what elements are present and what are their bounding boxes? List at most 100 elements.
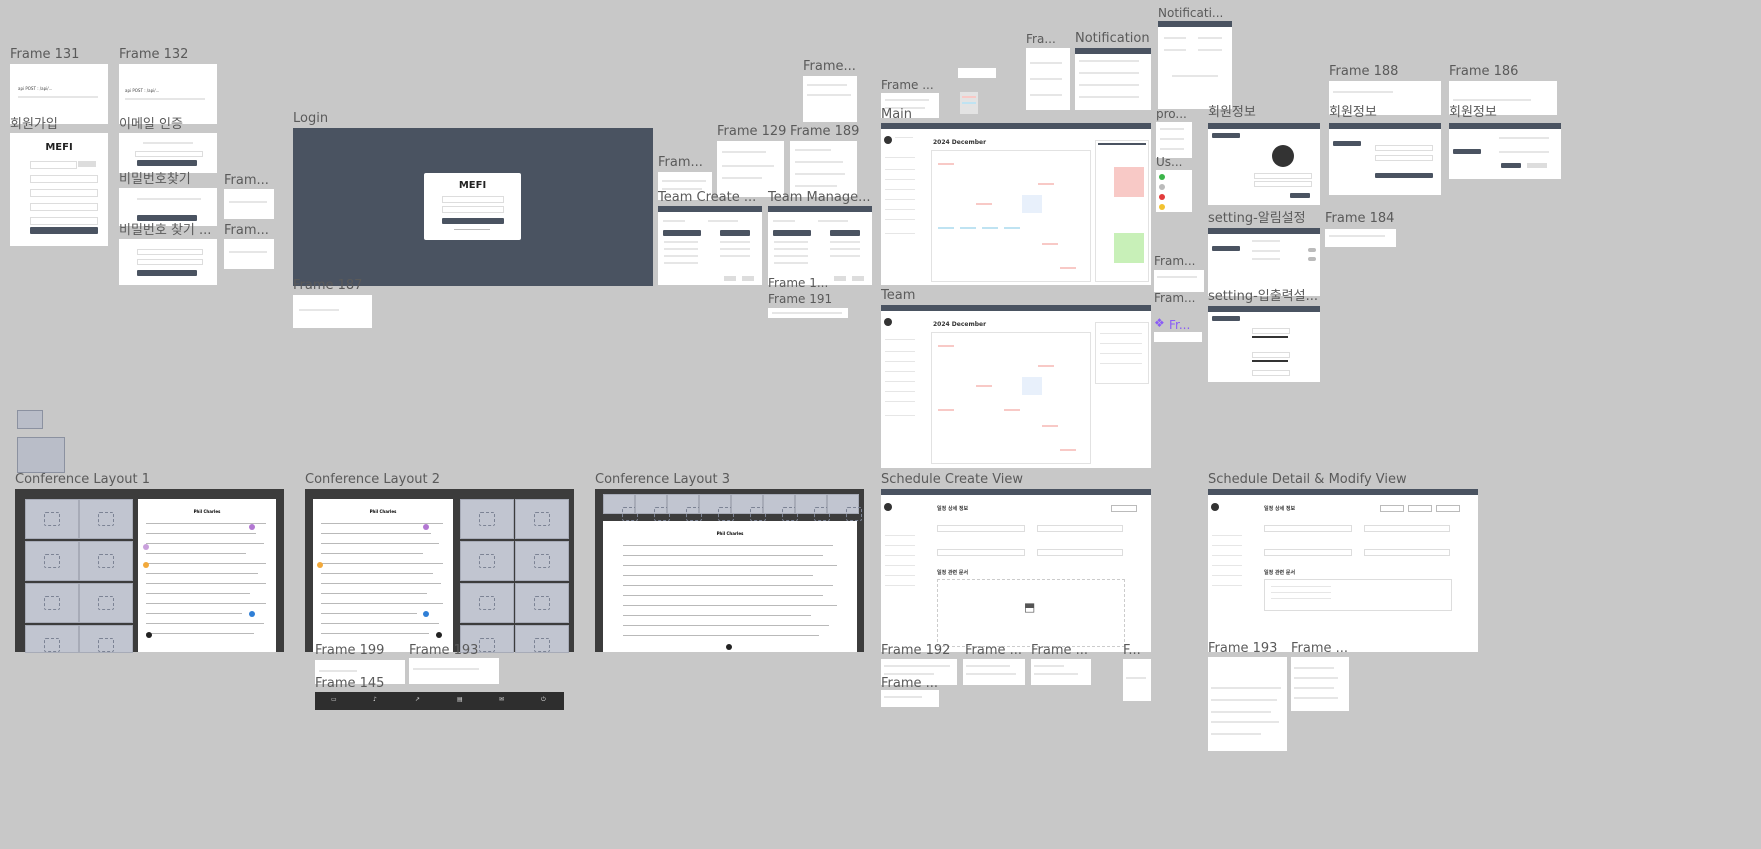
place-field[interactable] — [1264, 549, 1352, 556]
delete-button[interactable] — [1408, 505, 1432, 512]
member-input[interactable] — [1037, 549, 1123, 556]
list-item[interactable] — [720, 255, 750, 257]
event-chip[interactable] — [1004, 227, 1020, 229]
event-chip[interactable] — [1042, 243, 1058, 245]
signup-frame[interactable]: MEFI — [10, 133, 108, 246]
name-field[interactable] — [30, 217, 98, 225]
sidebar-item[interactable] — [1212, 545, 1242, 546]
id-input[interactable] — [442, 196, 504, 203]
list-item[interactable] — [664, 262, 698, 264]
event-chip[interactable] — [938, 345, 954, 347]
frame-api[interactable] — [1154, 270, 1204, 292]
shared-document[interactable]: Phil Charles — [313, 499, 453, 652]
save-button[interactable] — [1290, 193, 1310, 198]
sidebar-item[interactable] — [885, 401, 915, 402]
video-tile[interactable] — [79, 541, 133, 581]
volume-slider[interactable] — [1252, 360, 1288, 362]
password-field[interactable] — [1375, 155, 1433, 161]
team-calendar-view[interactable]: 2024 December — [881, 305, 1151, 468]
avatar[interactable] — [884, 503, 892, 511]
sidebar-item[interactable] — [1212, 565, 1242, 566]
sidebar-item[interactable] — [885, 219, 915, 220]
confirm-button[interactable] — [1501, 163, 1521, 168]
sidebar-item[interactable] — [885, 233, 915, 234]
tab-member-info[interactable] — [1212, 133, 1240, 138]
video-tile[interactable] — [795, 494, 830, 521]
list-item[interactable] — [1100, 333, 1142, 334]
sidebar-item[interactable] — [1212, 555, 1242, 556]
sidebar-item[interactable] — [1212, 585, 1242, 586]
shared-document[interactable]: Phil Charles — [603, 521, 857, 652]
event-chip[interactable] — [1060, 449, 1076, 451]
verify-button[interactable] — [137, 160, 197, 166]
search-input[interactable] — [773, 230, 811, 236]
avatar[interactable] — [1272, 145, 1294, 167]
member-info-dialog[interactable] — [1208, 123, 1320, 205]
file-item[interactable] — [1271, 592, 1331, 593]
event-chip[interactable] — [1042, 425, 1058, 427]
main-calendar-view[interactable]: 2024 December — [881, 123, 1151, 285]
video-tile[interactable] — [515, 499, 569, 539]
video-tile[interactable] — [79, 499, 133, 539]
tab-password[interactable] — [1333, 141, 1361, 146]
file-item[interactable] — [1271, 598, 1331, 599]
output-device-select[interactable] — [1252, 352, 1290, 358]
profile-menu[interactable] — [1156, 122, 1192, 158]
sidebar-item[interactable] — [1212, 575, 1242, 576]
sidebar-item[interactable] — [885, 585, 915, 586]
cancel-button[interactable] — [852, 276, 864, 281]
today-cell[interactable] — [1022, 377, 1042, 395]
list-item[interactable] — [774, 255, 808, 257]
frame-132[interactable]: api POST : /api/... — [119, 64, 217, 124]
video-tile[interactable] — [25, 625, 79, 653]
event-block[interactable] — [1114, 233, 1144, 263]
event-chip[interactable] — [976, 203, 992, 205]
video-tile[interactable] — [699, 494, 734, 521]
save-button[interactable] — [1111, 505, 1137, 512]
sidebar-item[interactable] — [885, 189, 915, 190]
list-item[interactable] — [664, 255, 698, 257]
member-field[interactable] — [1364, 549, 1450, 556]
user-status-menu[interactable] — [1156, 170, 1192, 212]
frame-api[interactable] — [881, 690, 939, 707]
sidebar-item[interactable] — [885, 361, 915, 362]
video-tile[interactable] — [460, 541, 514, 581]
video-tile[interactable] — [79, 583, 133, 623]
find-button[interactable] — [137, 215, 197, 221]
email-field[interactable] — [30, 175, 98, 183]
frame-193[interactable] — [409, 658, 499, 684]
sidebar-item[interactable] — [885, 351, 915, 352]
exit-icon[interactable]: ⏻ — [541, 696, 546, 704]
list-item[interactable] — [1100, 343, 1142, 344]
video-tile[interactable] — [763, 494, 798, 521]
video-icon[interactable]: ▭ — [331, 696, 337, 703]
event-chip[interactable] — [1004, 409, 1020, 411]
event-block[interactable] — [1114, 167, 1144, 197]
notification-item[interactable] — [1079, 96, 1139, 98]
calendar-grid[interactable] — [931, 150, 1091, 282]
date-field[interactable] — [1364, 525, 1450, 532]
file-drop-zone[interactable]: ⬒ — [937, 579, 1125, 647]
sidebar-item[interactable] — [885, 179, 915, 180]
confirm-button[interactable] — [724, 276, 736, 281]
video-tile[interactable] — [515, 625, 569, 653]
video-tile[interactable] — [667, 494, 702, 521]
frame-api[interactable] — [1026, 48, 1070, 110]
find-password-frame[interactable] — [119, 188, 217, 226]
search-input[interactable] — [663, 230, 701, 236]
title-field[interactable] — [1264, 525, 1352, 532]
video-tile[interactable] — [827, 494, 862, 521]
event-chip[interactable] — [1038, 365, 1054, 367]
sidebar-item[interactable] — [885, 209, 915, 210]
check-button[interactable] — [78, 161, 96, 167]
avatar[interactable] — [1211, 503, 1219, 511]
date-input[interactable] — [1037, 525, 1123, 532]
password-input[interactable] — [442, 206, 504, 213]
sidebar-item[interactable] — [885, 575, 915, 576]
list-item[interactable] — [664, 248, 698, 250]
id-field[interactable] — [30, 161, 77, 169]
notification-item[interactable] — [1079, 60, 1139, 62]
video-tile[interactable] — [515, 541, 569, 581]
event-chip[interactable] — [938, 409, 954, 411]
sidebar-item[interactable] — [885, 565, 915, 566]
